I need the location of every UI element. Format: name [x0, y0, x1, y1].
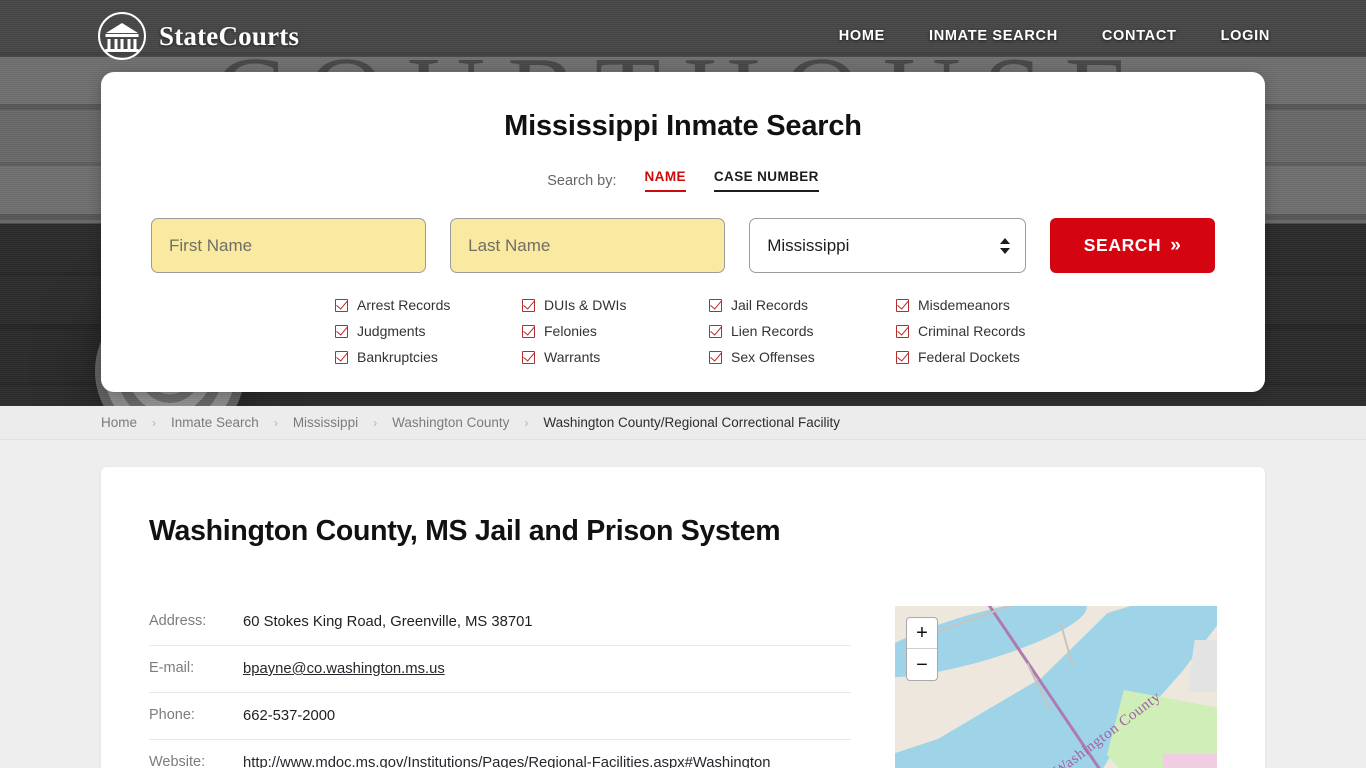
- breadcrumb-separator-icon: ›: [373, 415, 378, 430]
- checkbox-duis-dwis[interactable]: DUIs & DWIs: [522, 297, 709, 313]
- nav-item-home[interactable]: HOME: [839, 28, 885, 44]
- facility-details-section: Address: 60 Stokes King Road, Greenville…: [149, 606, 1217, 768]
- site-header: StateCourts HOME INMATE SEARCH CONTACT L…: [0, 0, 1366, 72]
- checkmark-icon: [896, 350, 909, 364]
- checkmark-icon: [709, 298, 722, 312]
- search-button-label: SEARCH: [1083, 235, 1162, 255]
- checkmark-icon: [896, 324, 909, 338]
- checkbox-label: Warrants: [544, 349, 601, 365]
- row-label-email: E-mail:: [149, 660, 195, 676]
- row-label-phone: Phone:: [149, 707, 195, 723]
- website-link[interactable]: http://www.mdoc.ms.gov/Institutions/Page…: [243, 755, 770, 768]
- checkbox-label: Misdemeanors: [918, 297, 1010, 313]
- table-row: E-mail: bpayne@co.washington.ms.us: [149, 646, 851, 693]
- breadcrumb: Home › Inmate Search › Mississippi › Was…: [0, 406, 1366, 440]
- map-zoom-out-button[interactable]: −: [907, 649, 937, 680]
- checkmark-icon: [709, 324, 722, 338]
- row-value-email: bpayne@co.washington.ms.us: [243, 657, 445, 681]
- breadcrumb-item-inmate-search[interactable]: Inmate Search: [171, 415, 259, 430]
- checkmark-icon: [896, 298, 909, 312]
- table-row: Website: http://www.mdoc.ms.gov/Institut…: [149, 740, 851, 768]
- facility-content-card: Washington County, MS Jail and Prison Sy…: [101, 467, 1265, 768]
- row-label-address: Address:: [149, 613, 207, 629]
- checkmark-icon: [335, 324, 348, 338]
- checkmark-icon: [709, 350, 722, 364]
- facility-info-table: Address: 60 Stokes King Road, Greenville…: [149, 606, 851, 768]
- checkbox-warrants[interactable]: Warrants: [522, 349, 709, 365]
- checkbox-label: Judgments: [357, 323, 426, 339]
- tab-name[interactable]: NAME: [644, 169, 686, 192]
- breadcrumb-separator-icon: ›: [152, 415, 157, 430]
- breadcrumb-item-home[interactable]: Home: [101, 415, 137, 430]
- tab-case-number[interactable]: CASE NUMBER: [713, 169, 819, 192]
- inmate-search-card: Mississippi Inmate Search Search by: NAM…: [101, 72, 1265, 392]
- nav-item-contact[interactable]: CONTACT: [1102, 28, 1177, 44]
- checkbox-misdemeanors[interactable]: Misdemeanors: [896, 297, 1083, 313]
- checkmark-icon: [522, 350, 535, 364]
- brand-name: StateCourts: [159, 20, 300, 51]
- map-zoom-controls: + −: [906, 617, 938, 681]
- checkbox-label: Federal Dockets: [918, 349, 1020, 365]
- main-nav: HOME INMATE SEARCH CONTACT LOGIN: [839, 28, 1270, 44]
- breadcrumb-item-current: Washington County/Regional Correctional …: [543, 415, 841, 430]
- nav-item-inmate-search[interactable]: INMATE SEARCH: [929, 28, 1058, 44]
- checkbox-criminal-records[interactable]: Criminal Records: [896, 323, 1083, 339]
- checkbox-label: Bankruptcies: [357, 349, 438, 365]
- state-select[interactable]: Mississippi: [749, 218, 1027, 273]
- row-label-website: Website:: [149, 754, 206, 768]
- checkbox-arrest-records[interactable]: Arrest Records: [335, 297, 522, 313]
- brand-logo[interactable]: StateCourts: [98, 12, 299, 60]
- search-card-title: Mississippi Inmate Search: [504, 110, 862, 142]
- row-value-website: http://www.mdoc.ms.gov/Institutions/Page…: [243, 751, 770, 768]
- row-value-phone: 662-537-2000: [243, 708, 336, 724]
- checkbox-label: Felonies: [544, 323, 597, 339]
- checkmark-icon: [335, 298, 348, 312]
- checkbox-label: Arrest Records: [357, 297, 451, 313]
- double-chevron-right-icon: »: [1170, 234, 1182, 256]
- search-button[interactable]: SEARCH »: [1050, 218, 1216, 273]
- table-row: Address: 60 Stokes King Road, Greenville…: [149, 606, 851, 646]
- courthouse-circle-icon: [98, 12, 146, 60]
- checkmark-icon: [335, 350, 348, 364]
- checkbox-federal-dockets[interactable]: Federal Dockets: [896, 349, 1083, 365]
- checkbox-bankruptcies[interactable]: Bankruptcies: [335, 349, 522, 365]
- search-by-row: Search by: NAME CASE NUMBER: [149, 169, 1217, 192]
- nav-item-login[interactable]: LOGIN: [1221, 28, 1270, 44]
- table-row: Phone: 662-537-2000: [149, 693, 851, 740]
- row-value-address: 60 Stokes King Road, Greenville, MS 3870…: [243, 614, 533, 630]
- hero-banner: StateCourts HOME INMATE SEARCH CONTACT L…: [0, 0, 1366, 406]
- checkbox-judgments[interactable]: Judgments: [335, 323, 522, 339]
- checkbox-jail-records[interactable]: Jail Records: [709, 297, 896, 313]
- page-body: Washington County, MS Jail and Prison Sy…: [0, 440, 1366, 768]
- checkbox-label: Jail Records: [731, 297, 809, 313]
- breadcrumb-item-mississippi[interactable]: Mississippi: [293, 415, 358, 430]
- first-name-input[interactable]: [151, 218, 427, 273]
- checkbox-felonies[interactable]: Felonies: [522, 323, 709, 339]
- facility-location-map[interactable]: Washington County + −: [895, 606, 1217, 768]
- checkmark-icon: [522, 298, 535, 312]
- record-type-checkbox-grid: Arrest Records DUIs & DWIs Jail Records …: [149, 297, 1217, 365]
- checkbox-label: Criminal Records: [918, 323, 1026, 339]
- checkbox-label: Sex Offenses: [731, 349, 815, 365]
- email-link[interactable]: bpayne@co.washington.ms.us: [243, 661, 445, 677]
- page-title: Washington County, MS Jail and Prison Sy…: [149, 515, 781, 547]
- checkbox-sex-offenses[interactable]: Sex Offenses: [709, 349, 896, 365]
- breadcrumb-separator-icon: ›: [524, 415, 529, 430]
- last-name-input[interactable]: [450, 218, 726, 273]
- search-by-label: Search by:: [547, 172, 617, 189]
- breadcrumb-item-washington-county[interactable]: Washington County: [392, 415, 509, 430]
- breadcrumb-separator-icon: ›: [273, 415, 278, 430]
- search-form: Mississippi SEARCH »: [149, 218, 1217, 273]
- state-select-wrapper: Mississippi: [749, 218, 1027, 273]
- checkbox-lien-records[interactable]: Lien Records: [709, 323, 896, 339]
- map-industrial-area: [1163, 754, 1217, 768]
- checkbox-label: Lien Records: [731, 323, 814, 339]
- checkmark-icon: [522, 324, 535, 338]
- checkbox-label: DUIs & DWIs: [544, 297, 627, 313]
- map-zoom-in-button[interactable]: +: [907, 618, 937, 649]
